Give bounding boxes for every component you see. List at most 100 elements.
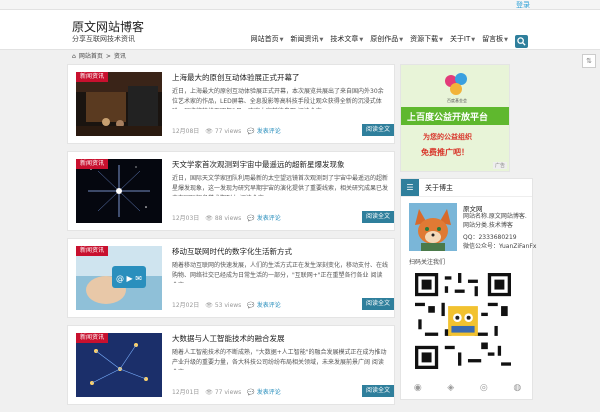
search-icon [517, 37, 526, 46]
eye-icon: 👁 88 views [205, 215, 242, 222]
author-wechat: 微信公众号：YuanZiFanFx [463, 243, 537, 250]
post-meta: 12月01日 👁 77 views 💬 发表评论 [172, 389, 281, 397]
post-date: 12月01日 [172, 389, 200, 396]
ad-banner[interactable]: 百度基金会 上百度公益开放平台 为您的公益组织 免费推广吧！ 广告 [400, 64, 510, 172]
post-title[interactable]: 天文学家首次观测到宇宙中最遥远的超新星爆发现象 [172, 160, 345, 170]
ad-line1: 上百度公益开放平台 [407, 111, 488, 123]
breadcrumb-home[interactable]: 网站首页 [79, 53, 103, 61]
site-title[interactable]: 原文网站博客 [72, 20, 144, 34]
site-subtitle: 分享互联网技术资讯 [72, 35, 135, 43]
post-date: 12月02日 [172, 302, 200, 309]
post-views: 77 views [214, 389, 242, 396]
post-title[interactable]: 大数据与人工智能技术的融合发展 [172, 334, 285, 344]
sort-icon: ⇅ [586, 57, 592, 65]
post-title[interactable]: 上海最大的原创互动体验展正式开幕了 [172, 73, 300, 83]
chevron-down-icon: ▼ [399, 37, 404, 43]
chevron-down-icon: ▼ [439, 37, 443, 43]
nav-item-news[interactable]: 新闻资讯▼ [291, 34, 324, 45]
search-button[interactable] [515, 35, 528, 48]
post-comments: 发表评论 [256, 302, 281, 309]
read-more-button[interactable]: 阅读全文 [361, 385, 394, 397]
read-more-button[interactable]: 阅读全文 [361, 124, 394, 136]
post-comments: 发表评论 [256, 215, 281, 222]
chevron-down-icon: ▼ [279, 37, 284, 43]
comment-link[interactable]: 💬 发表评论 [247, 389, 280, 397]
ad-label: 广告 [492, 162, 507, 169]
nav-item-tech[interactable]: 技术文章▼ [330, 34, 363, 45]
post-card: 新闻资讯 天文学家首次观测到宇宙中最遥远的超新星爆发现象 近日，国际天文学家团队… [67, 151, 395, 231]
ad-line3: 免费推广吧！ [421, 147, 469, 157]
post-excerpt: 近日，上海最大的原创互动体验展正式开幕，本次展览共展出了来自国内外30余位艺术家… [172, 88, 384, 109]
chevron-down-icon: ▼ [504, 37, 508, 43]
category-badge[interactable]: 新闻资讯 [76, 72, 109, 82]
comment-link[interactable]: 💬 发表评论 [247, 128, 280, 136]
eye-icon: 👁 77 views [205, 389, 242, 396]
site-logo[interactable]: 原文网站博客 分享互联网技术资讯 [72, 20, 144, 44]
fox-avatar-image [409, 203, 457, 251]
post-list: 新闻资讯 上海最大的原创互动体验展正式开幕了 近日，上海最大的原创互动体验展正式… [67, 64, 395, 412]
nav-item-download[interactable]: 资源下载▼ [410, 34, 443, 45]
breadcrumb-current: 资讯 [113, 53, 126, 60]
nav-item-guestbook[interactable]: 留言板▼ [482, 34, 508, 45]
category-badge[interactable]: 新闻资讯 [76, 159, 109, 169]
home-icon: ⌂ [72, 53, 76, 60]
nav-item-home[interactable]: 网站首页▼ [251, 34, 284, 45]
author-qq: QQ：2333680219 [463, 234, 517, 241]
wechat-icon[interactable]: ◉ [414, 383, 422, 393]
eye-icon: 👁 53 views [205, 302, 242, 309]
post-meta: 12月08日 👁 77 views 💬 发表评论 [172, 128, 281, 136]
author-category: 网站分类.技术博客 [463, 222, 513, 229]
qr-code [415, 273, 511, 369]
chevron-down-icon: ▼ [471, 37, 476, 43]
chevron-down-icon: ▼ [359, 37, 364, 43]
widget-title: 关于博主 [425, 184, 453, 192]
post-meta: 12月02日 👁 53 views 💬 发表评论 [172, 302, 281, 310]
layout-toggle-button[interactable]: ⇅ [582, 54, 596, 68]
post-views: 77 views [214, 128, 242, 135]
category-badge[interactable]: 新闻资讯 [76, 246, 109, 256]
post-comments: 发表评论 [256, 389, 281, 396]
rss-icon[interactable]: ◍ [513, 383, 521, 393]
scan-hint: 扫码关注我们 [409, 259, 446, 266]
about-widget: ☰ 关于博主 原文网 网站名称.原文网站博客. 网站分类.技术博客 QQ：233… [400, 178, 536, 400]
post-excerpt: 随着移动互联网的快速发展，人们的生活方式正在发生深刻变化，移动支付、在线购物、网… [172, 262, 388, 283]
nav-item-original[interactable]: 原创作品▼ [370, 34, 403, 45]
read-more-button[interactable]: 阅读全文 [361, 298, 394, 310]
author-info: 原文网 网站名称.原文网站博客. 网站分类.技术博客 QQ：2333680219… [401, 197, 536, 257]
post-date: 12月03日 [172, 215, 200, 222]
post-views: 53 views [214, 302, 242, 309]
comment-link[interactable]: 💬 发表评论 [247, 302, 280, 310]
weibo-icon[interactable]: ◎ [480, 383, 488, 393]
breadcrumb: ⌂ 网站首页 > 资讯 [72, 53, 126, 61]
chevron-down-icon: ▼ [319, 37, 324, 43]
post-comments: 发表评论 [256, 128, 281, 135]
main-nav: 网站首页▼ 新闻资讯▼ 技术文章▼ 原创作品▼ 资源下载▼ 关于IT▼ 留言板▼ [251, 34, 508, 45]
post-excerpt: 随着人工智能技术的不断成熟，"大数据+人工智能"的融合发展模式正在成为推动产业升… [172, 349, 387, 370]
qr-code-image [415, 273, 511, 369]
eye-icon: 👁 77 views [205, 128, 242, 135]
ad-image: 百度基金会 上百度公益开放平台 为您的公益组织 免费推广吧！ [401, 65, 509, 171]
ad-line2: 为您的公益组织 [423, 132, 472, 141]
social-links: ◉ ◈ ◎ ◍ [401, 383, 534, 393]
qq-icon[interactable]: ◈ [447, 383, 454, 393]
post-date: 12月08日 [172, 128, 200, 135]
read-more-button[interactable]: 阅读全文 [361, 211, 394, 223]
post-card: 新闻资讯 上海最大的原创互动体验展正式开幕了 近日，上海最大的原创互动体验展正式… [67, 64, 395, 144]
post-views: 88 views [214, 215, 242, 222]
category-badge[interactable]: 新闻资讯 [76, 333, 109, 343]
post-card: 新闻资讯 大数据与人工智能技术的融合发展 随着人工智能技术的不断成熟，"大数据+… [67, 325, 395, 405]
ad-brand: 百度基金会 [447, 97, 467, 103]
post-meta: 12月03日 👁 88 views 💬 发表评论 [172, 215, 281, 223]
svg-text:@ ▶ ✉: @ ▶ ✉ [116, 274, 142, 283]
avatar [409, 203, 457, 251]
breadcrumb-separator: > [105, 53, 111, 60]
nav-item-about-it[interactable]: 关于IT▼ [450, 34, 475, 45]
post-title[interactable]: 移动互联网时代的数字化生活新方式 [172, 247, 292, 257]
site-header: 原文网站博客 分享互联网技术资讯 网站首页▼ 新闻资讯▼ 技术文章▼ 原创作品▼… [0, 10, 600, 50]
top-bar: 登录 [0, 0, 600, 10]
post-excerpt: 近日，国际天文学家团队利用最新的太空望远镜首次观测到了宇宙中最遥远的超新星爆发现… [172, 175, 388, 196]
author-desc: 网站名称.原文网站博客. [463, 213, 527, 220]
menu-icon: ☰ [401, 179, 419, 196]
login-link[interactable]: 登录 [516, 0, 530, 10]
comment-link[interactable]: 💬 发表评论 [247, 215, 280, 223]
